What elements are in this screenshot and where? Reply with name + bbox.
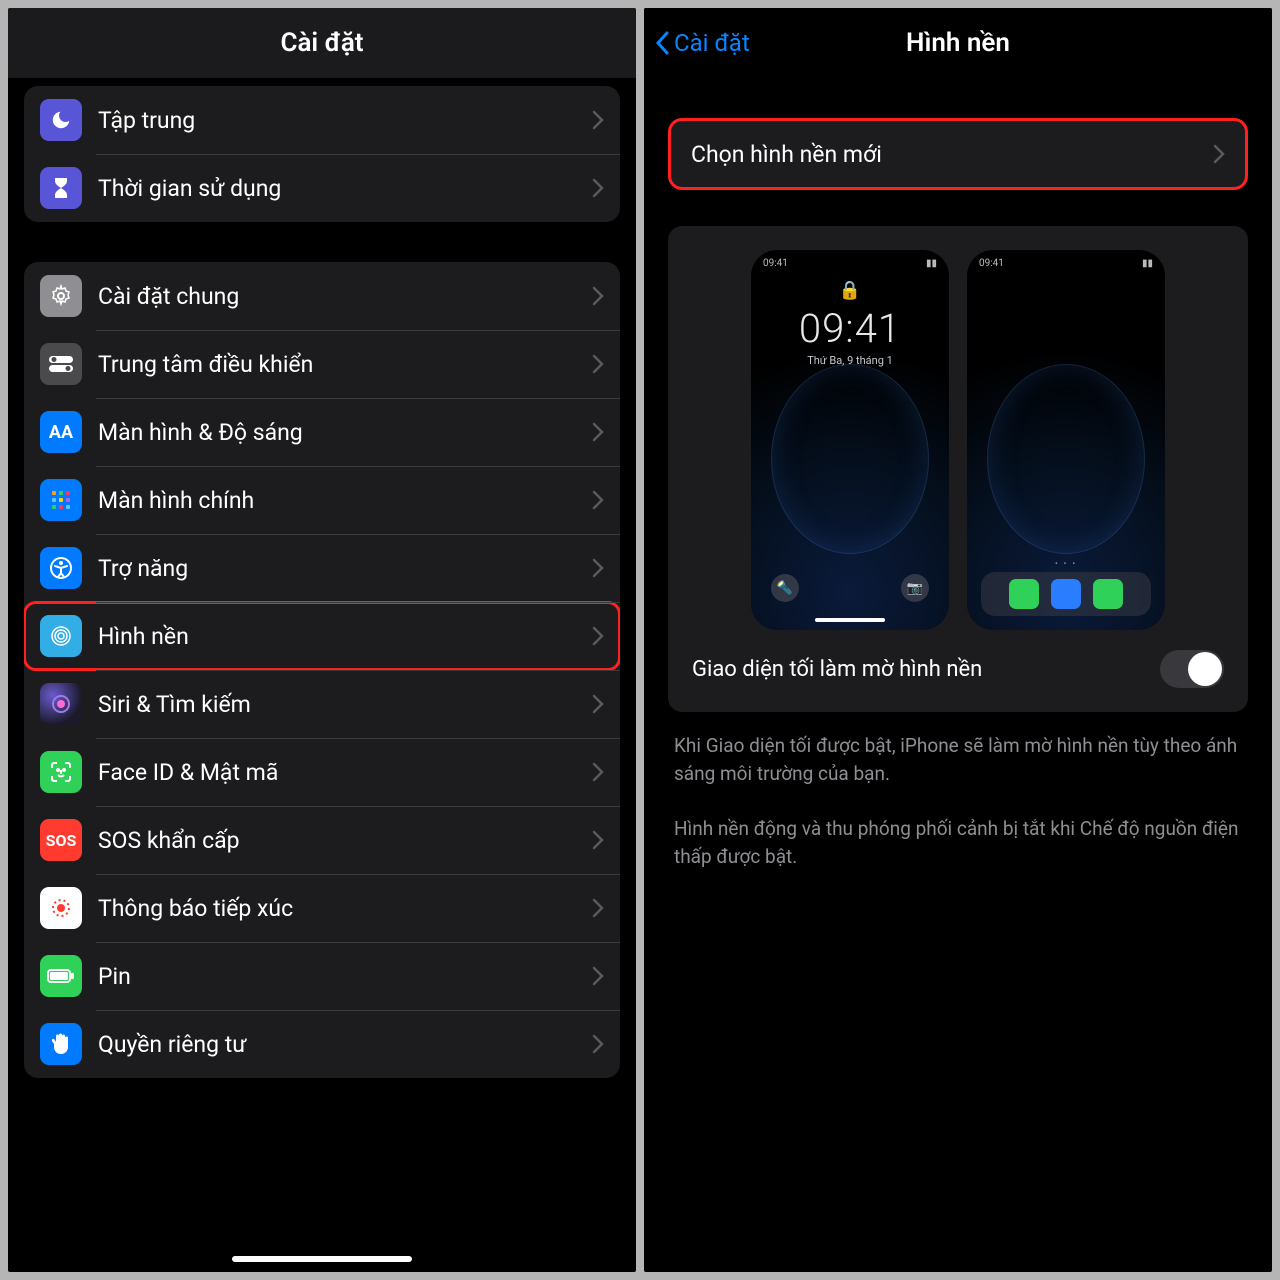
wallpaper-preview-group: 09:41▮▮ 🔒 09:41 Thứ Ba, 9 tháng 1 🔦 📷 09…	[668, 226, 1248, 712]
row-privacy[interactable]: Quyền riêng tư	[24, 1010, 620, 1078]
toggles-icon	[40, 343, 82, 385]
chevron-right-icon	[592, 490, 604, 510]
messages-app-icon	[1093, 579, 1123, 609]
description-2: Hình nền động và thu phóng phối cảnh bị …	[674, 815, 1242, 870]
preview-dock	[981, 572, 1151, 616]
chevron-right-icon	[592, 286, 604, 306]
row-focus[interactable]: Tập trung	[24, 86, 620, 154]
row-label: Tập trung	[98, 107, 592, 134]
chevron-right-icon	[592, 354, 604, 374]
gear-icon	[40, 275, 82, 317]
chevron-right-icon	[1213, 144, 1225, 164]
chevron-right-icon	[592, 110, 604, 130]
settings-content: Tập trung Thời gian sử dụng Cài đặt chun…	[8, 78, 636, 1272]
wallpaper-header: Cài đặt Hình nền	[644, 8, 1272, 78]
wallpaper-screen: Cài đặt Hình nền Chọn hình nền mới 09:41…	[644, 8, 1272, 1272]
choose-label: Chọn hình nền mới	[691, 141, 1213, 168]
chevron-right-icon	[592, 694, 604, 714]
row-exposure[interactable]: Thông báo tiếp xúc	[24, 874, 620, 942]
flashlight-icon: 🔦	[771, 574, 799, 602]
preview-date: Thứ Ba, 9 tháng 1	[807, 354, 893, 367]
row-label: Màn hình & Độ sáng	[98, 419, 592, 446]
chevron-right-icon	[592, 626, 604, 646]
exposure-icon	[40, 887, 82, 929]
row-label: Siri & Tìm kiếm	[98, 691, 592, 718]
hand-icon	[40, 1023, 82, 1065]
row-faceid[interactable]: Face ID & Mật mã	[24, 738, 620, 806]
preview-home-indicator	[815, 618, 885, 622]
row-general[interactable]: Cài đặt chung	[24, 262, 620, 330]
row-label: Face ID & Mật mã	[98, 759, 592, 786]
row-label: Trợ năng	[98, 555, 592, 582]
row-label: Hình nền	[98, 623, 592, 650]
dim-toggle[interactable]	[1160, 650, 1224, 688]
row-label: Trung tâm điều khiển	[98, 351, 592, 378]
lockscreen-preview[interactable]: 09:41▮▮ 🔒 09:41 Thứ Ba, 9 tháng 1 🔦 📷	[751, 250, 949, 630]
chevron-right-icon	[592, 558, 604, 578]
row-label: SOS khẩn cấp	[98, 827, 592, 854]
settings-group-focus: Tập trung Thời gian sử dụng	[24, 86, 620, 222]
preview-time: 09:41	[799, 305, 901, 352]
row-label: Cài đặt chung	[98, 283, 592, 310]
chevron-right-icon	[592, 178, 604, 198]
camera-icon: 📷	[901, 574, 929, 602]
chevron-right-icon	[592, 1034, 604, 1054]
chevron-right-icon	[592, 422, 604, 442]
row-controlcenter[interactable]: Trung tâm điều khiển	[24, 330, 620, 398]
chevron-right-icon	[592, 898, 604, 918]
row-screentime[interactable]: Thời gian sử dụng	[24, 154, 620, 222]
wallpaper-previews: 09:41▮▮ 🔒 09:41 Thứ Ba, 9 tháng 1 🔦 📷 09…	[684, 250, 1232, 630]
safari-app-icon	[1051, 579, 1081, 609]
row-battery[interactable]: Pin	[24, 942, 620, 1010]
row-display[interactable]: AA Màn hình & Độ sáng	[24, 398, 620, 466]
chevron-right-icon	[592, 966, 604, 986]
row-label: Pin	[98, 963, 592, 990]
row-accessibility[interactable]: Trợ năng	[24, 534, 620, 602]
lockscreen-shortcuts: 🔦 📷	[751, 574, 949, 602]
appgrid-icon	[40, 479, 82, 521]
dim-wallpaper-row: Giao diện tối làm mờ hình nền	[684, 630, 1232, 694]
description-1: Khi Giao diện tối được bật, iPhone sẽ là…	[674, 732, 1242, 787]
textsize-icon: AA	[40, 411, 82, 453]
back-button[interactable]: Cài đặt	[654, 8, 750, 78]
phone-app-icon	[1009, 579, 1039, 609]
preview-statusbar: 09:41▮▮	[979, 258, 1153, 269]
row-label: Quyền riêng tư	[98, 1031, 592, 1058]
hourglass-icon	[40, 167, 82, 209]
wallpaper-title: Hình nền	[906, 28, 1010, 58]
row-label: Thời gian sử dụng	[98, 175, 592, 202]
preview-statusbar: 09:41▮▮	[763, 258, 937, 269]
homescreen-preview[interactable]: 09:41▮▮ • • •	[967, 250, 1165, 630]
home-indicator[interactable]	[232, 1256, 412, 1262]
battery-icon	[40, 955, 82, 997]
faceid-icon	[40, 751, 82, 793]
row-siri[interactable]: Siri & Tìm kiếm	[24, 670, 620, 738]
back-label: Cài đặt	[674, 29, 750, 57]
sos-icon: SOS	[40, 819, 82, 861]
row-sos[interactable]: SOS SOS khẩn cấp	[24, 806, 620, 874]
choose-wallpaper-row[interactable]: Chọn hình nền mới	[668, 118, 1248, 190]
row-homescreen[interactable]: Màn hình chính	[24, 466, 620, 534]
settings-title: Cài đặt	[8, 28, 636, 58]
row-wallpaper[interactable]: Hình nền	[24, 602, 620, 670]
siri-icon	[40, 683, 82, 725]
chevron-right-icon	[592, 762, 604, 782]
settings-group-main: Cài đặt chung Trung tâm điều khiển AA Mà…	[24, 262, 620, 1078]
lock-icon: 🔒	[839, 280, 861, 301]
wallpaper-content: Chọn hình nền mới 09:41▮▮ 🔒 09:41 Thứ Ba…	[644, 78, 1272, 870]
accessibility-icon	[40, 547, 82, 589]
page-dots: • • •	[967, 559, 1165, 568]
settings-screen: Cài đặt Tập trung Thời gian sử dụng	[8, 8, 636, 1272]
focus-icon	[40, 99, 82, 141]
dim-label: Giao diện tối làm mờ hình nền	[692, 657, 1160, 682]
chevron-right-icon	[592, 830, 604, 850]
row-label: Màn hình chính	[98, 487, 592, 514]
row-label: Thông báo tiếp xúc	[98, 895, 592, 922]
wallpaper-icon	[40, 615, 82, 657]
settings-header: Cài đặt	[8, 8, 636, 78]
